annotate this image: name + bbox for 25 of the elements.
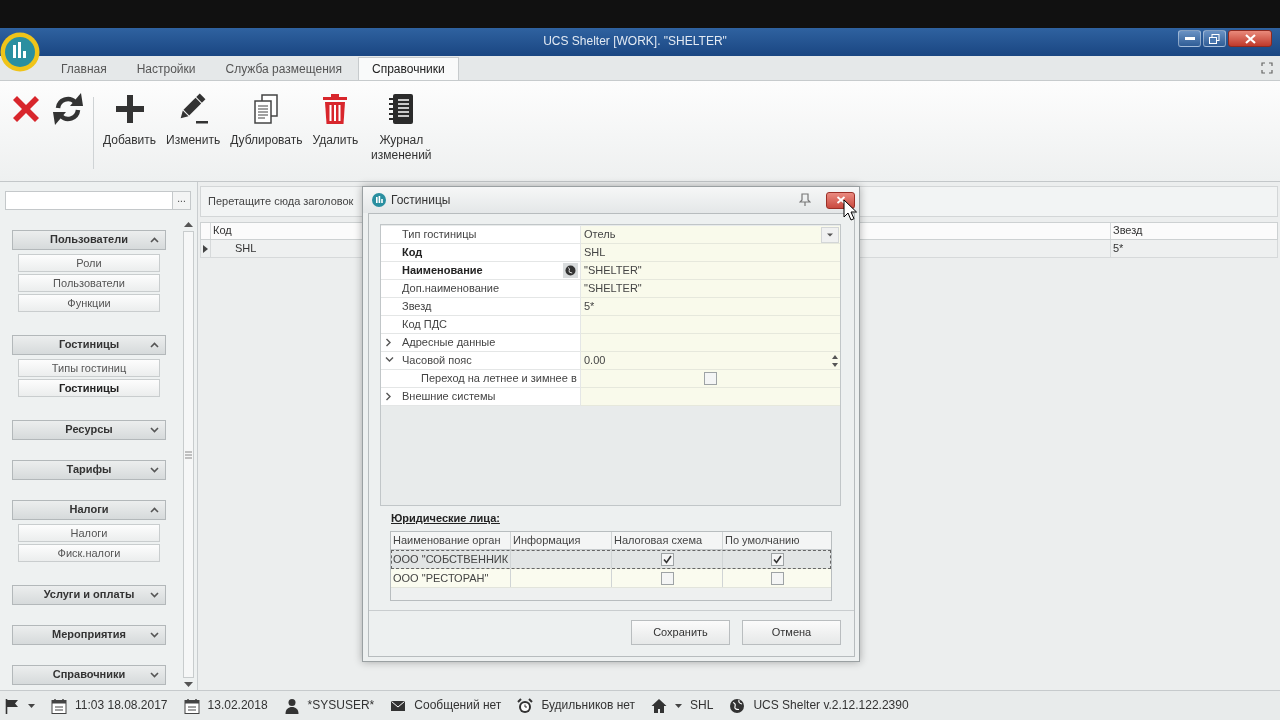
section-title: Юридические лица: (391, 512, 500, 526)
property-label: Тип гостиницы (402, 227, 477, 242)
property-label: Внешние системы (402, 389, 496, 404)
property-label: Адресные данные (402, 335, 496, 350)
group-panel-hint: Перетащите сюда заголовок (208, 194, 354, 209)
grid-cell-text: SHL (234, 241, 257, 256)
status-text: *SYSUSER* (307, 698, 375, 713)
grid-cell-text: 5* (1112, 241, 1124, 256)
table-cell-text: ООО "СОБСТВЕННИК (392, 552, 509, 566)
property-label: Наименование (402, 263, 483, 278)
table-cell-text: ООО "РЕСТОРАН" (392, 571, 489, 585)
dialog-title: Гостиницы (391, 192, 451, 208)
status-text: 13.02.2018 (207, 698, 268, 713)
status-text: SHL (690, 698, 714, 713)
property-label: Часовой пояс (402, 353, 472, 368)
property-label: Код ПДС (402, 317, 448, 332)
property-label: Доп.наименование (402, 281, 500, 296)
status-text: Сообщений нет (414, 698, 502, 713)
window-title: UCS Shelter [WORK]. "SHELTER" (543, 34, 727, 49)
property-label: Код (402, 245, 423, 260)
status-text: UCS Shelter v.2.12.122.2390 (753, 698, 909, 713)
property-label: Звезд (402, 299, 432, 314)
status-text: Будильников нет (541, 698, 636, 713)
status-text: 11:03 18.08.2017 (75, 698, 168, 713)
property-label: Переход на летнее и зимнее в (421, 371, 577, 386)
